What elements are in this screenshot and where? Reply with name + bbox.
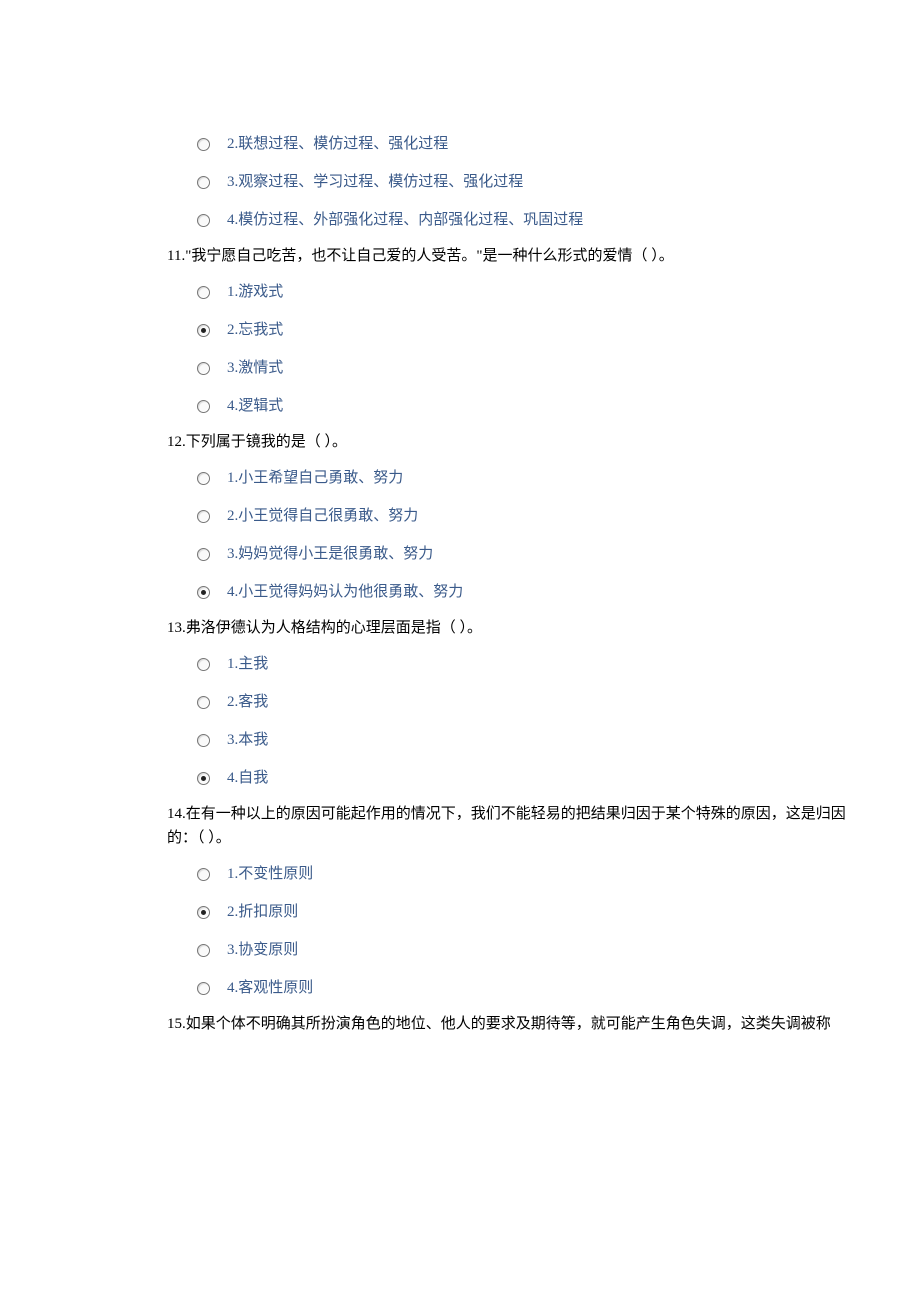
option-row[interactable]: 4.模仿过程、外部强化过程、内部强化过程、巩固过程 — [197, 206, 860, 234]
option-label: 2.联想过程、模仿过程、强化过程 — [227, 132, 448, 156]
option-row[interactable]: 4.小王觉得妈妈认为他很勇敢、努力 — [197, 578, 860, 606]
option-label: 3.妈妈觉得小王是很勇敢、努力 — [227, 542, 433, 566]
radio-icon[interactable] — [197, 868, 210, 881]
option-row[interactable]: 3.妈妈觉得小王是很勇敢、努力 — [197, 540, 860, 568]
radio-icon[interactable] — [197, 176, 210, 189]
radio-icon[interactable] — [197, 138, 210, 151]
option-label: 4.客观性原则 — [227, 976, 313, 1000]
option-group-14: 1.不变性原则 2.折扣原则 3.协变原则 4.客观性原则 — [167, 860, 860, 1002]
radio-icon[interactable] — [197, 696, 210, 709]
option-label: 2.小王觉得自己很勇敢、努力 — [227, 504, 418, 528]
option-label: 3.协变原则 — [227, 938, 298, 962]
option-row[interactable]: 3.激情式 — [197, 354, 860, 382]
option-row[interactable]: 2.忘我式 — [197, 316, 860, 344]
option-group-12: 1.小王希望自己勇敢、努力 2.小王觉得自己很勇敢、努力 3.妈妈觉得小王是很勇敢、… — [167, 464, 860, 606]
question-text-11: 11."我宁愿自己吃苦，也不让自己爱的人受苦。"是一种什么形式的爱情（ ）。 — [167, 244, 860, 268]
radio-icon[interactable] — [197, 906, 210, 919]
option-row[interactable]: 3.本我 — [197, 726, 860, 754]
radio-icon[interactable] — [197, 510, 210, 523]
option-row[interactable]: 2.折扣原则 — [197, 898, 860, 926]
option-label: 3.激情式 — [227, 356, 283, 380]
stray-option-group: 2.联想过程、模仿过程、强化过程 3.观察过程、学习过程、模仿过程、强化过程 4.模… — [167, 130, 860, 234]
option-row[interactable]: 2.联想过程、模仿过程、强化过程 — [197, 130, 860, 158]
option-label: 4.模仿过程、外部强化过程、内部强化过程、巩固过程 — [227, 208, 583, 232]
option-row[interactable]: 3.协变原则 — [197, 936, 860, 964]
question-text-15: 15.如果个体不明确其所扮演角色的地位、他人的要求及期待等，就可能产生角色失调，… — [167, 1012, 860, 1036]
option-row[interactable]: 1.主我 — [197, 650, 860, 678]
option-row[interactable]: 4.自我 — [197, 764, 860, 792]
question-text-12: 12.下列属于镜我的是（ ）。 — [167, 430, 860, 454]
radio-icon[interactable] — [197, 772, 210, 785]
radio-icon[interactable] — [197, 586, 210, 599]
option-label: 2.客我 — [227, 690, 268, 714]
option-row[interactable]: 1.小王希望自己勇敢、努力 — [197, 464, 860, 492]
radio-icon[interactable] — [197, 472, 210, 485]
radio-icon[interactable] — [197, 734, 210, 747]
option-label: 3.本我 — [227, 728, 268, 752]
option-label: 1.游戏式 — [227, 280, 283, 304]
option-row[interactable]: 4.逻辑式 — [197, 392, 860, 420]
radio-icon[interactable] — [197, 286, 210, 299]
question-text-14: 14.在有一种以上的原因可能起作用的情况下，我们不能轻易的把结果归因于某个特殊的… — [167, 802, 860, 850]
radio-icon[interactable] — [197, 362, 210, 375]
radio-icon[interactable] — [197, 944, 210, 957]
option-group-11: 1.游戏式 2.忘我式 3.激情式 4.逻辑式 — [167, 278, 860, 420]
radio-icon[interactable] — [197, 400, 210, 413]
radio-icon[interactable] — [197, 548, 210, 561]
option-label: 2.忘我式 — [227, 318, 283, 342]
option-label: 3.观察过程、学习过程、模仿过程、强化过程 — [227, 170, 523, 194]
option-row[interactable]: 1.不变性原则 — [197, 860, 860, 888]
radio-icon[interactable] — [197, 982, 210, 995]
option-row[interactable]: 2.客我 — [197, 688, 860, 716]
option-label: 4.小王觉得妈妈认为他很勇敢、努力 — [227, 580, 463, 604]
option-label: 4.自我 — [227, 766, 268, 790]
option-label: 1.小王希望自己勇敢、努力 — [227, 466, 403, 490]
option-row[interactable]: 3.观察过程、学习过程、模仿过程、强化过程 — [197, 168, 860, 196]
option-label: 1.主我 — [227, 652, 268, 676]
quiz-content: 2.联想过程、模仿过程、强化过程 3.观察过程、学习过程、模仿过程、强化过程 4.模… — [0, 130, 920, 1036]
option-row[interactable]: 1.游戏式 — [197, 278, 860, 306]
option-group-13: 1.主我 2.客我 3.本我 4.自我 — [167, 650, 860, 792]
option-row[interactable]: 4.客观性原则 — [197, 974, 860, 1002]
question-text-13: 13.弗洛伊德认为人格结构的心理层面是指（ ）。 — [167, 616, 860, 640]
radio-icon[interactable] — [197, 324, 210, 337]
radio-icon[interactable] — [197, 658, 210, 671]
option-row[interactable]: 2.小王觉得自己很勇敢、努力 — [197, 502, 860, 530]
option-label: 4.逻辑式 — [227, 394, 283, 418]
option-label: 2.折扣原则 — [227, 900, 298, 924]
radio-icon[interactable] — [197, 214, 210, 227]
option-label: 1.不变性原则 — [227, 862, 313, 886]
